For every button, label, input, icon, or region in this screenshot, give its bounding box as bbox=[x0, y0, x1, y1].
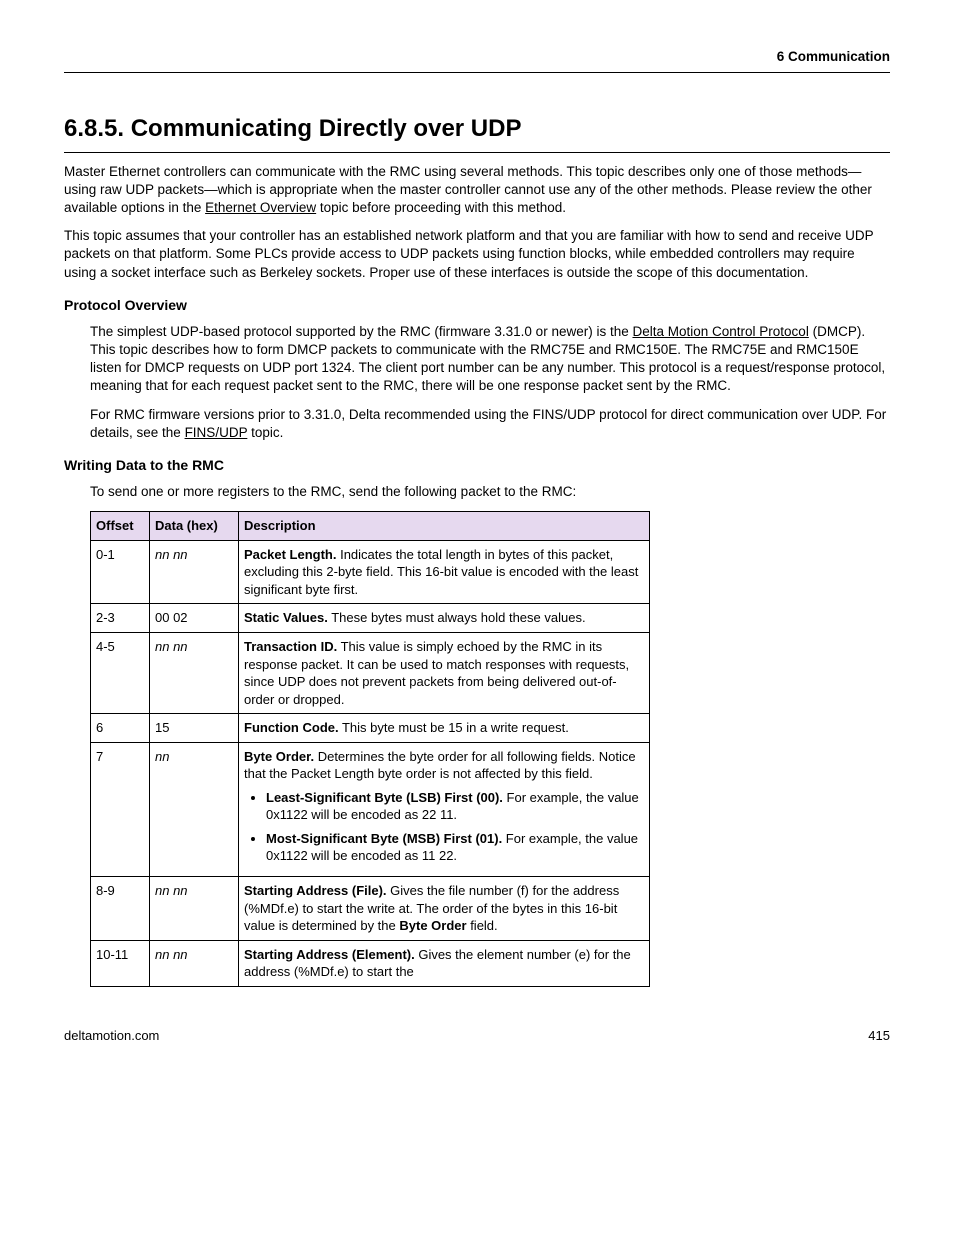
cell-data: nn nn bbox=[150, 876, 239, 940]
col-header-description: Description bbox=[239, 512, 650, 541]
protocol-overview-heading: Protocol Overview bbox=[64, 296, 890, 315]
protocol-paragraph-1: The simplest UDP-based protocol supporte… bbox=[90, 323, 890, 396]
field-name: Transaction ID. bbox=[244, 639, 337, 654]
writing-data-heading: Writing Data to the RMC bbox=[64, 456, 890, 475]
ethernet-overview-link[interactable]: Ethernet Overview bbox=[205, 200, 316, 215]
field-name: Packet Length. bbox=[244, 547, 336, 562]
protocol-paragraph-2: For RMC firmware versions prior to 3.31.… bbox=[90, 406, 890, 442]
cell-description: Byte Order. Determines the byte order fo… bbox=[239, 742, 650, 876]
cell-offset: 8-9 bbox=[91, 876, 150, 940]
field-name: Function Code. bbox=[244, 720, 339, 735]
list-item: Most-Significant Byte (MSB) First (01). … bbox=[266, 830, 644, 865]
packet-table: Offset Data (hex) Description 0-1nn nnPa… bbox=[90, 511, 650, 986]
col-header-offset: Offset bbox=[91, 512, 150, 541]
cell-data: 15 bbox=[150, 714, 239, 743]
table-row: 8-9nn nnStarting Address (File). Gives t… bbox=[91, 876, 650, 940]
footer-site: deltamotion.com bbox=[64, 1027, 159, 1045]
fins-udp-link[interactable]: FINS/UDP bbox=[185, 425, 248, 440]
cell-description: Packet Length. Indicates the total lengt… bbox=[239, 540, 650, 604]
footer-page-number: 415 bbox=[868, 1027, 890, 1045]
cell-offset: 6 bbox=[91, 714, 150, 743]
table-row: 10-11nn nnStarting Address (Element). Gi… bbox=[91, 940, 650, 986]
field-name: Starting Address (Element). bbox=[244, 947, 415, 962]
cell-offset: 4-5 bbox=[91, 632, 150, 713]
cell-offset: 7 bbox=[91, 742, 150, 876]
field-name: Starting Address (File). bbox=[244, 883, 387, 898]
col-header-data: Data (hex) bbox=[150, 512, 239, 541]
cell-data: nn bbox=[150, 742, 239, 876]
byte-order-options: Least-Significant Byte (LSB) First (00).… bbox=[244, 789, 644, 865]
cell-offset: 10-11 bbox=[91, 940, 150, 986]
section-title: 6.8.5. Communicating Directly over UDP bbox=[64, 113, 890, 152]
cell-data: nn nn bbox=[150, 940, 239, 986]
cell-description: Function Code. This byte must be 15 in a… bbox=[239, 714, 650, 743]
cell-description: Transaction ID. This value is simply ech… bbox=[239, 632, 650, 713]
table-row: 615Function Code. This byte must be 15 i… bbox=[91, 714, 650, 743]
table-row: 2-300 02Static Values. These bytes must … bbox=[91, 604, 650, 633]
page-header-chapter: 6 Communication bbox=[64, 48, 890, 73]
cell-offset: 2-3 bbox=[91, 604, 150, 633]
cell-offset: 0-1 bbox=[91, 540, 150, 604]
inline-bold: Byte Order bbox=[399, 918, 466, 933]
cell-description: Static Values. These bytes must always h… bbox=[239, 604, 650, 633]
option-label: Most-Significant Byte (MSB) First (01). bbox=[266, 831, 502, 846]
field-name: Static Values. bbox=[244, 610, 328, 625]
table-header-row: Offset Data (hex) Description bbox=[91, 512, 650, 541]
protocol-p2-text-b: topic. bbox=[247, 425, 283, 440]
intro-paragraph-1: Master Ethernet controllers can communic… bbox=[64, 163, 890, 218]
writing-intro: To send one or more registers to the RMC… bbox=[90, 483, 890, 501]
intro-paragraph-2: This topic assumes that your controller … bbox=[64, 227, 890, 282]
option-label: Least-Significant Byte (LSB) First (00). bbox=[266, 790, 503, 805]
table-row: 7nnByte Order. Determines the byte order… bbox=[91, 742, 650, 876]
field-name: Byte Order. bbox=[244, 749, 314, 764]
list-item: Least-Significant Byte (LSB) First (00).… bbox=[266, 789, 644, 824]
table-row: 4-5nn nnTransaction ID. This value is si… bbox=[91, 632, 650, 713]
cell-data: nn nn bbox=[150, 632, 239, 713]
dmcp-link[interactable]: Delta Motion Control Protocol bbox=[632, 324, 808, 339]
cell-data: nn nn bbox=[150, 540, 239, 604]
protocol-p1-text-a: The simplest UDP-based protocol supporte… bbox=[90, 324, 632, 339]
page-footer: deltamotion.com 415 bbox=[64, 1027, 890, 1045]
cell-description: Starting Address (Element). Gives the el… bbox=[239, 940, 650, 986]
cell-data: 00 02 bbox=[150, 604, 239, 633]
intro-p1-text-b: topic before proceeding with this method… bbox=[316, 200, 566, 215]
cell-description: Starting Address (File). Gives the file … bbox=[239, 876, 650, 940]
table-row: 0-1nn nnPacket Length. Indicates the tot… bbox=[91, 540, 650, 604]
